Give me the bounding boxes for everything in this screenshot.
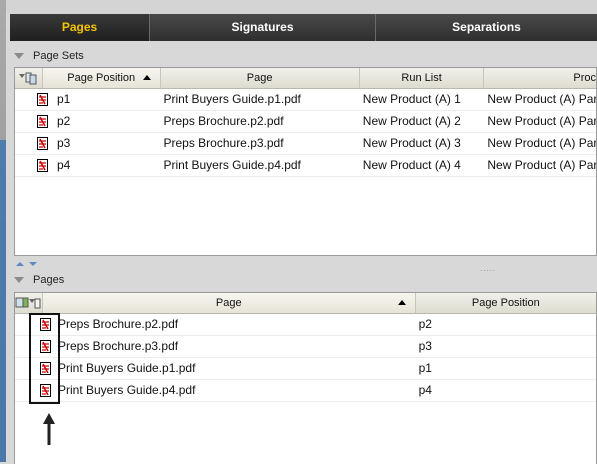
column-label: Page — [215, 297, 242, 309]
column-chooser-cell[interactable] — [15, 68, 43, 88]
splitter-arrows-icon[interactable] — [15, 261, 39, 271]
page-cell: Print Buyers Guide.p4.pdf — [163, 158, 301, 172]
tab-pages[interactable]: Pages — [10, 14, 150, 41]
left-edge-highlight — [0, 140, 6, 462]
column-chooser-icon[interactable] — [18, 72, 38, 85]
page-cell: Print Buyers Guide.p1.pdf — [15, 358, 416, 379]
position-text: p3 — [57, 136, 71, 150]
table-row[interactable]: Print Buyers Guide.p4.pdf p4 — [15, 380, 596, 402]
page-text: Print Buyers Guide.p4.pdf — [58, 383, 196, 397]
position-text: p2 — [57, 114, 71, 128]
position-cell: p2 — [15, 111, 160, 132]
tab-separations[interactable]: Separations — [376, 14, 597, 41]
run-list-cell: New Product (A) 4 — [362, 158, 461, 172]
table-row[interactable]: p1 Print Buyers Guide.p1.pdf New Product… — [15, 89, 596, 111]
column-label: Page Position — [67, 72, 136, 84]
collapse-triangle-icon[interactable] — [14, 53, 24, 59]
proc-cell: New Product (A) Par — [487, 114, 596, 128]
pdf-page-icon — [37, 92, 49, 107]
column-label: Run List — [401, 72, 442, 84]
table-row[interactable]: p4 Print Buyers Guide.p4.pdf New Product… — [15, 155, 596, 177]
column-header-page-position[interactable]: Page Position — [416, 293, 596, 313]
page-sets-table-header: Page Position Page Run List Proc — [15, 68, 596, 89]
tab-bar: Pages Signatures Separations — [10, 14, 597, 41]
column-header-page[interactable]: Page — [161, 68, 360, 88]
panel-splitter[interactable]: ..... — [10, 260, 597, 273]
position-text: p1 — [57, 92, 71, 106]
top-gap — [6, 0, 597, 14]
table-row[interactable]: Preps Brochure.p3.pdf p3 — [15, 336, 596, 358]
left-edge-strip — [0, 0, 6, 462]
page-text: Preps Brochure.p2.pdf — [58, 317, 179, 331]
position-cell: p4 — [418, 383, 432, 397]
column-label: Page Position — [471, 297, 540, 309]
column-chooser-icon[interactable] — [15, 297, 41, 310]
pages-table: Page Page Position Preps Brochure.p2.pdf… — [14, 292, 597, 464]
page-cell: Preps Brochure.p2.pdf — [15, 314, 416, 335]
column-label: Page — [246, 72, 273, 84]
column-chooser-cell[interactable] — [15, 293, 43, 313]
position-cell: p2 — [418, 317, 432, 331]
page-sets-header[interactable]: Page Sets — [10, 47, 84, 65]
page-text: Preps Brochure.p3.pdf — [58, 339, 179, 353]
column-label: Proc — [573, 72, 596, 84]
pages-section-title: Pages — [33, 274, 65, 286]
page-cell: Preps Brochure.p3.pdf — [15, 336, 416, 357]
proc-cell: New Product (A) Par — [487, 158, 596, 172]
position-cell: p4 — [15, 155, 160, 176]
page-sets-title: Page Sets — [33, 50, 84, 62]
position-cell: p3 — [418, 339, 432, 353]
table-row[interactable]: p3 Preps Brochure.p3.pdf New Product (A)… — [15, 133, 596, 155]
proc-cell: New Product (A) Par — [487, 92, 596, 106]
sort-ascending-icon — [397, 300, 406, 305]
column-header-run-list[interactable]: Run List — [360, 68, 485, 88]
collapse-triangle-icon[interactable] — [14, 277, 24, 283]
splitter-grip-icon[interactable]: ..... — [480, 264, 496, 273]
run-list-cell: New Product (A) 1 — [362, 92, 461, 106]
pdf-page-icon — [37, 158, 49, 173]
annotation-highlight-box — [29, 313, 60, 404]
page-text: Print Buyers Guide.p1.pdf — [58, 361, 196, 375]
pdf-page-icon — [37, 114, 49, 129]
page-cell: Preps Brochure.p2.pdf — [163, 114, 284, 128]
sort-ascending-icon — [142, 75, 151, 80]
position-cell: p1 — [15, 89, 160, 110]
table-row[interactable]: p2 Preps Brochure.p2.pdf New Product (A)… — [15, 111, 596, 133]
run-list-cell: New Product (A) 2 — [362, 114, 461, 128]
pdf-page-icon — [37, 136, 49, 151]
run-list-cell: New Product (A) 3 — [362, 136, 461, 150]
position-cell: p1 — [418, 361, 432, 375]
pages-section-header[interactable]: Pages — [10, 271, 64, 289]
position-cell: p3 — [15, 133, 160, 154]
page-cell: Preps Brochure.p3.pdf — [163, 136, 284, 150]
proc-cell: New Product (A) Par — [487, 136, 596, 150]
table-row[interactable]: Preps Brochure.p2.pdf p2 — [15, 314, 596, 336]
table-row[interactable]: Print Buyers Guide.p1.pdf p1 — [15, 358, 596, 380]
position-text: p4 — [57, 158, 71, 172]
page-cell: Print Buyers Guide.p4.pdf — [15, 380, 416, 401]
column-header-proc[interactable]: Proc — [484, 68, 596, 88]
column-header-page[interactable]: Page — [42, 293, 416, 313]
annotation-up-arrow-icon — [43, 413, 55, 445]
tab-signatures[interactable]: Signatures — [150, 14, 376, 41]
page-sets-table: Page Position Page Run List Proc p1 Prin… — [14, 67, 597, 256]
page-cell: Print Buyers Guide.p1.pdf — [163, 92, 301, 106]
pages-table-header: Page Page Position — [15, 293, 596, 314]
column-header-page-position[interactable]: Page Position — [42, 68, 161, 88]
